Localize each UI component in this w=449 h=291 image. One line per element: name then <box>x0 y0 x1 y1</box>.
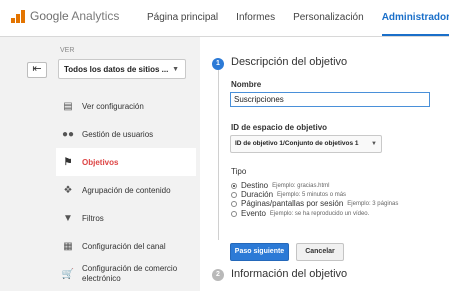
goal-type-example: Ejemplo: se ha reproducido un vídeo. <box>269 210 370 217</box>
view-menu: ▤ Ver configuración ●● Gestión de usuari… <box>56 92 196 288</box>
filter-icon: ▼ <box>63 212 73 224</box>
goal-name-label: Nombre <box>231 80 262 89</box>
goal-id-select[interactable]: ID de objetivo 1/Conjunto de objetivos 1… <box>230 135 382 153</box>
analytics-logo-icon <box>10 9 27 23</box>
menu-item-label: Configuración de comercio electrónico <box>82 264 178 283</box>
goal-type-label: Evento <box>241 209 266 218</box>
menu-item-goals[interactable]: ⚑ Objetivos <box>56 148 196 176</box>
menu-item-label: Objetivos <box>82 157 119 167</box>
view-label: VER <box>60 47 75 54</box>
goal-type-duration[interactable]: Duración Ejemplo: 5 minutos o más <box>231 190 346 199</box>
caret-down-icon: ▼ <box>371 141 377 147</box>
menu-item-content-grouping[interactable]: ❖ Agrupación de contenido <box>56 176 196 204</box>
menu-item-filters[interactable]: ▼ Filtros <box>56 204 196 232</box>
goal-type-destination[interactable]: Destino Ejemplo: gracias.html <box>231 181 329 190</box>
goal-type-label: Duración <box>241 190 274 199</box>
view-selector[interactable]: Todos los datos de sitios ... ▼ <box>58 59 186 79</box>
menu-item-label: Gestión de usuarios <box>82 129 154 139</box>
goal-type-example: Ejemplo: 3 páginas <box>347 200 399 207</box>
goal-type-example: Ejemplo: 5 minutos o más <box>277 191 347 198</box>
nav-customization[interactable]: Personalización <box>293 0 364 36</box>
menu-item-label: Ver configuración <box>82 101 144 111</box>
radio-button[interactable] <box>231 191 237 198</box>
goal-type-pages-per-session[interactable]: Páginas/pantallas por sesión Ejemplo: 3 … <box>231 199 398 208</box>
step-2-number: 2 <box>212 269 224 281</box>
menu-item-label: Filtros <box>82 213 104 223</box>
top-bar: Google Analytics Página principal Inform… <box>0 0 449 37</box>
menu-item-user-management[interactable]: ●● Gestión de usuarios <box>56 120 196 148</box>
google-analytics-logo[interactable]: Google Analytics <box>10 9 119 23</box>
step-2-title[interactable]: Información del objetivo <box>231 268 347 280</box>
flag-icon: ⚑ <box>63 156 73 168</box>
next-step-button[interactable]: Paso siguiente <box>230 243 289 261</box>
goal-type-label: Páginas/pantallas por sesión <box>241 199 344 208</box>
arrow-left-icon: ⇤ <box>32 63 42 75</box>
step-1-title: Descripción del objetivo <box>231 56 348 68</box>
nav-admin[interactable]: Administrador <box>381 0 449 36</box>
radio-button[interactable] <box>231 200 237 207</box>
radio-button[interactable] <box>231 210 237 217</box>
grouping-icon: ❖ <box>63 184 73 196</box>
nav-home[interactable]: Página principal <box>147 0 218 36</box>
goal-type-label: Tipo <box>231 167 247 176</box>
goal-type-event[interactable]: Evento Ejemplo: se ha reproducido un víd… <box>231 209 369 218</box>
menu-item-ecommerce-settings[interactable]: 🛒 Configuración de comercio electrónico <box>56 260 196 288</box>
menu-item-label: Agrupación de contenido <box>82 185 171 195</box>
channel-icon: ▦ <box>63 240 73 252</box>
nav-reports[interactable]: Informes <box>236 0 275 36</box>
goal-name-input[interactable] <box>230 92 430 107</box>
admin-sidebar: ⇤ VER Todos los datos de sitios ... ▼ ▤ … <box>0 37 200 291</box>
step-1-number: 1 <box>212 58 224 70</box>
menu-item-channel-settings[interactable]: ▦ Configuración del canal <box>56 232 196 260</box>
users-icon: ●● <box>61 128 75 140</box>
goal-type-label: Destino <box>241 181 269 190</box>
cart-icon: 🛒 <box>61 268 75 280</box>
menu-item-label: Configuración del canal <box>82 241 166 251</box>
document-icon: ▤ <box>63 100 73 112</box>
goal-type-example: Ejemplo: gracias.html <box>272 182 330 189</box>
back-button[interactable]: ⇤ <box>27 62 47 78</box>
menu-item-view-settings[interactable]: ▤ Ver configuración <box>56 92 196 120</box>
radio-button[interactable] <box>231 182 237 189</box>
logo-text: Google Analytics <box>30 9 120 23</box>
main-nav: Página principal Informes Personalizació… <box>147 0 449 36</box>
cancel-button[interactable]: Cancelar <box>296 243 344 261</box>
step-connector <box>218 70 219 240</box>
view-selector-value: Todos los datos de sitios ... <box>64 65 169 74</box>
caret-down-icon: ▼ <box>172 66 179 73</box>
goal-id-value: ID de objetivo 1/Conjunto de objetivos 1 <box>235 140 359 147</box>
goal-id-label: ID de espacio de objetivo <box>231 123 328 132</box>
